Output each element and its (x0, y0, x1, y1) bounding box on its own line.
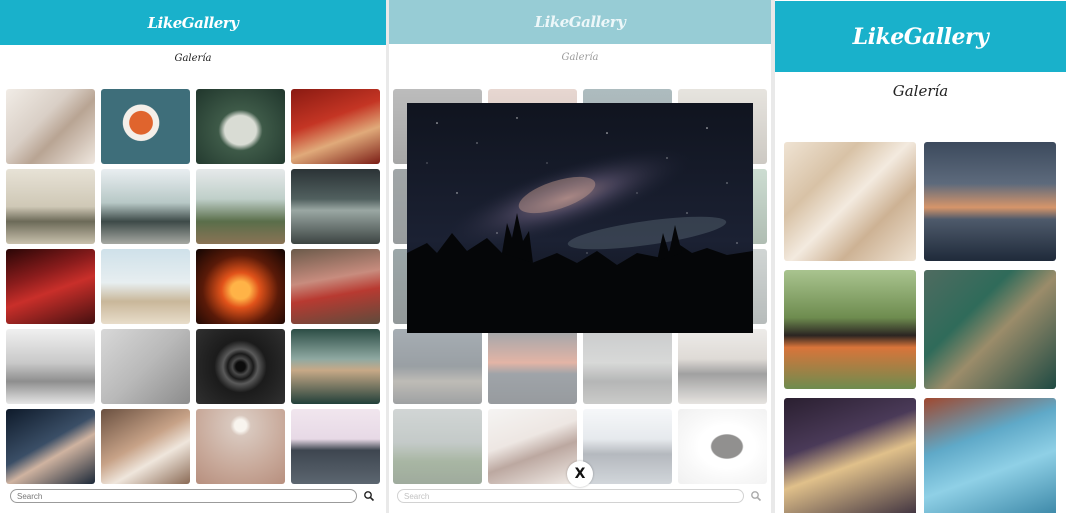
photo-thumbnail[interactable] (6, 409, 95, 484)
mobile-view: LikeGallery Galería (775, 0, 1066, 513)
photo-thumbnail[interactable] (196, 329, 285, 404)
app-header: LikeGallery (775, 1, 1066, 72)
desktop-view: LikeGallery Galería (0, 0, 386, 513)
photo-thumbnail[interactable] (6, 169, 95, 244)
photo-grid (6, 89, 380, 484)
photo-thumbnail[interactable] (6, 249, 95, 324)
photo-thumbnail[interactable] (196, 169, 285, 244)
close-button[interactable]: X (567, 461, 593, 487)
photo-thumbnail[interactable] (101, 409, 190, 484)
search-bar (10, 489, 375, 503)
brand-logo[interactable]: LikeGallery (148, 14, 239, 32)
photo-grid (784, 142, 1056, 513)
screenshot-composite: LikeGallery Galería LikeGallery Galería (0, 0, 1066, 513)
page-subtitle: Galería (892, 82, 949, 100)
app-header: LikeGallery (0, 0, 386, 45)
photo-thumbnail[interactable] (101, 89, 190, 164)
search-input[interactable] (10, 489, 357, 503)
page-subtitle: Galería (174, 53, 212, 64)
modal-image (407, 103, 753, 333)
photo-thumbnail[interactable] (196, 409, 285, 484)
brand-logo[interactable]: LikeGallery (853, 24, 989, 50)
photo-thumbnail[interactable] (784, 142, 916, 261)
photo-thumbnail[interactable] (924, 398, 1056, 513)
photo-thumbnail[interactable] (784, 270, 916, 389)
milky-way-image (407, 103, 753, 333)
photo-thumbnail[interactable] (291, 89, 380, 164)
photo-thumbnail[interactable] (196, 249, 285, 324)
photo-thumbnail[interactable] (6, 329, 95, 404)
photo-thumbnail[interactable] (6, 89, 95, 164)
photo-thumbnail[interactable] (101, 169, 190, 244)
photo-thumbnail[interactable] (784, 398, 916, 513)
photo-thumbnail[interactable] (291, 329, 380, 404)
search-icon[interactable] (363, 490, 375, 502)
photo-thumbnail[interactable] (101, 249, 190, 324)
photo-thumbnail[interactable] (924, 142, 1056, 261)
photo-thumbnail[interactable] (101, 329, 190, 404)
photo-thumbnail[interactable] (196, 89, 285, 164)
photo-thumbnail[interactable] (924, 270, 1056, 389)
photo-thumbnail[interactable] (291, 169, 380, 244)
modal-view: LikeGallery Galería (389, 0, 771, 513)
photo-thumbnail[interactable] (291, 249, 380, 324)
photo-thumbnail[interactable] (291, 409, 380, 484)
